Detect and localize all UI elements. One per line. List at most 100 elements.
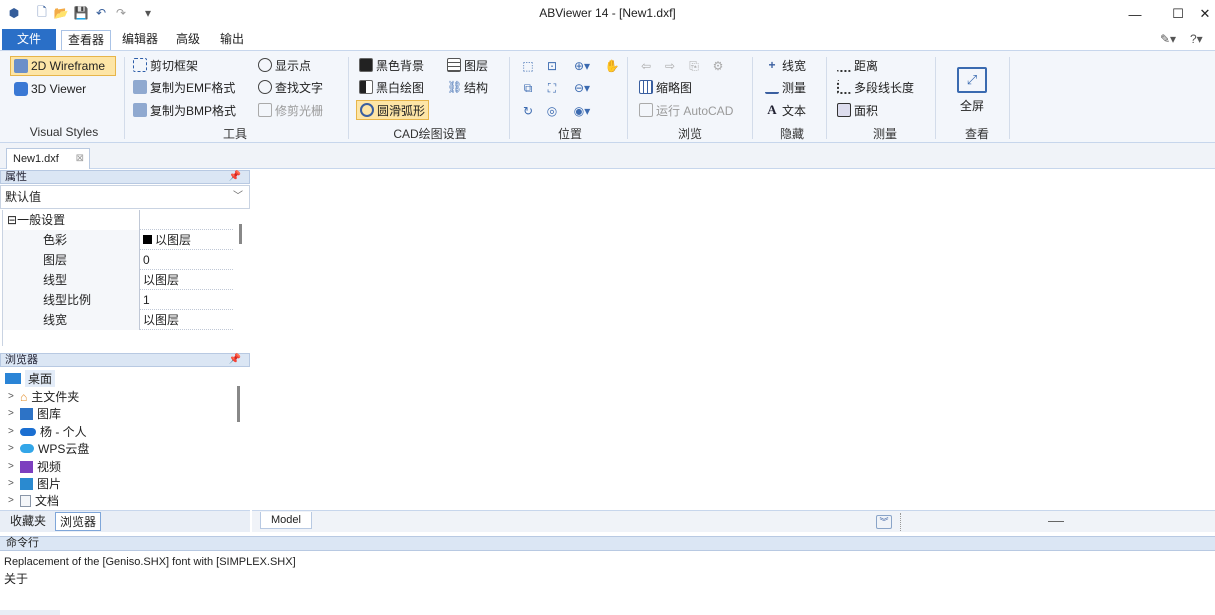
style-picker-icon[interactable]: ✎▾ — [1160, 32, 1176, 46]
tree-item[interactable]: > WPS云盘 — [8, 440, 89, 457]
tab-advanced[interactable]: 高级 — [170, 30, 206, 50]
property-row[interactable]: 线型比例 1 — [3, 290, 233, 310]
find-text-icon — [258, 80, 272, 94]
group-separator — [826, 57, 827, 139]
property-row[interactable]: 色彩 以图层 — [3, 230, 233, 250]
drawing-canvas[interactable] — [252, 169, 1215, 511]
run-autocad-button[interactable]: 运行 AutoCAD — [639, 100, 733, 120]
properties-scrollbar[interactable] — [239, 224, 242, 244]
maximize-button[interactable]: ☐ — [1158, 4, 1198, 24]
tree-item[interactable]: > 图片 — [8, 475, 61, 492]
view-options-icon[interactable]: ◉▾ — [569, 102, 595, 120]
area-button[interactable]: 面积 — [837, 100, 878, 120]
tree-item[interactable]: > ⌂ 主文件夹 — [8, 388, 79, 405]
property-value[interactable]: 1 — [140, 290, 233, 310]
fit-view-icon[interactable]: ⛶ — [543, 79, 561, 97]
style-3d-viewer-button[interactable]: 3D Viewer — [14, 79, 86, 99]
horizontal-scrollbar-thumb[interactable] — [1048, 521, 1064, 522]
property-value[interactable]: 以图层 — [140, 230, 233, 250]
property-group-row[interactable]: ⊟一般设置 — [3, 210, 233, 230]
properties-selector[interactable]: 默认值 ﹀ — [0, 185, 250, 209]
property-row[interactable]: 图层 0 — [3, 250, 233, 270]
close-button[interactable]: ✕ — [1195, 4, 1215, 24]
chevron-down-icon: ﹀ — [233, 191, 243, 202]
clip-frame-button[interactable]: 剪切框架 — [133, 55, 198, 75]
text-icon: A — [767, 102, 777, 117]
black-background-button[interactable]: 黑色背景 — [359, 55, 424, 75]
tab-browser[interactable]: 浏览器 — [55, 512, 102, 531]
property-key: 图层 — [3, 250, 140, 270]
pan-hand-icon[interactable]: ✋ — [603, 57, 621, 75]
smooth-arcs-button[interactable]: 圆滑弧形 — [356, 100, 430, 120]
document-tab[interactable]: New1.dxf ⊠ — [6, 148, 90, 169]
tree-item[interactable]: > 文档 — [8, 492, 59, 509]
style-2d-wireframe-button[interactable]: 2D Wireframe — [10, 56, 116, 76]
fullscreen-icon[interactable]: ⤢ — [957, 67, 987, 93]
find-text-button[interactable]: 查找文字 — [258, 77, 323, 97]
clip-frame-icon — [133, 58, 147, 72]
tab-model[interactable]: Model — [260, 512, 312, 529]
orbit-icon[interactable]: ◎ — [543, 102, 561, 120]
trim-raster-label: 修剪光栅 — [275, 103, 324, 118]
show-points-button[interactable]: 显示点 — [258, 55, 311, 75]
tab-output[interactable]: 输出 — [214, 30, 250, 50]
rotate-3d-icon[interactable]: ↻ — [519, 102, 537, 120]
tree-item[interactable]: > 视频 — [8, 458, 61, 475]
tree-item[interactable]: > 杨 - 个人 — [8, 423, 87, 440]
show-points-label: 显示点 — [275, 58, 312, 73]
wps-cloud-icon — [20, 444, 34, 453]
text-button[interactable]: A 文本 — [765, 100, 806, 120]
run-autocad-label: 运行 AutoCAD — [656, 103, 734, 118]
polyline-length-button[interactable]: 多段线长度 — [837, 77, 914, 97]
pin-icon[interactable]: 📌 — [229, 171, 241, 183]
tree-item-label: 图库 — [37, 407, 62, 421]
menu-bar: 文件 查看器 编辑器 高级 输出 ✎▾ ?▾ — [0, 28, 1215, 51]
property-value[interactable]: 0 — [140, 250, 233, 270]
lineweight-button[interactable]: + 线宽 — [765, 55, 806, 75]
copy-emf-button[interactable]: 复制为EMF格式 — [133, 77, 235, 97]
tab-viewer[interactable]: 查看器 — [61, 30, 112, 51]
export-icon[interactable]: ⎘ — [685, 57, 703, 75]
structure-button[interactable]: ⛓ 结构 — [447, 77, 488, 97]
property-row[interactable]: 线型 以图层 — [3, 270, 233, 290]
pin-icon[interactable]: 📌 — [229, 354, 241, 366]
tree-item-desktop[interactable]: 桌面 — [5, 370, 56, 387]
forward-arrow-icon[interactable]: ⇨ — [661, 57, 679, 75]
close-tab-icon[interactable]: ⊠ — [76, 149, 84, 169]
minimize-button[interactable]: — — [1115, 4, 1155, 24]
copy-view-icon[interactable]: ⧉ — [519, 79, 537, 97]
property-row[interactable]: 线宽 以图层 — [3, 310, 233, 330]
thumbnails-button[interactable]: 缩略图 — [639, 77, 692, 97]
property-value[interactable]: 以图层 — [140, 270, 233, 290]
tab-editor[interactable]: 编辑器 — [116, 30, 164, 50]
property-value[interactable]: 以图层 — [140, 310, 233, 330]
zoom-window-icon[interactable]: ⬚ — [519, 57, 537, 75]
properties-panel-header: 属性 📌 — [0, 170, 250, 184]
bw-drawing-button[interactable]: 黑白绘图 — [359, 77, 424, 97]
layers-button[interactable]: 图层 — [447, 55, 488, 75]
distance-button[interactable]: 距离 — [837, 55, 878, 75]
settings-page-icon[interactable]: ⚙ — [709, 57, 727, 75]
hide-measure-button[interactable]: 测量 — [765, 77, 806, 97]
back-arrow-icon[interactable]: ⇦ — [637, 57, 655, 75]
fullscreen-label[interactable]: 全屏 — [950, 97, 994, 114]
command-input[interactable] — [0, 610, 60, 615]
copy-bmp-button[interactable]: 复制为BMP格式 — [133, 100, 236, 120]
tab-favorites[interactable]: 收藏夹 — [6, 512, 50, 531]
help-icon[interactable]: ?▾ — [1190, 32, 1203, 46]
browser-scrollbar[interactable] — [237, 386, 240, 422]
zoom-extents-icon[interactable]: ⊡ — [543, 57, 561, 75]
zoom-in-icon[interactable]: ⊕▾ — [569, 57, 595, 75]
properties-selector-value: 默认值 — [5, 190, 42, 204]
tree-item[interactable]: > 图库 — [8, 405, 61, 422]
splitter[interactable] — [900, 513, 901, 531]
bw-drawing-icon — [359, 80, 373, 94]
window-title: ABViewer 14 - [New1.dxf] — [539, 6, 676, 20]
copy-bmp-icon — [133, 103, 147, 117]
wireframe-icon — [14, 59, 28, 73]
zoom-out-icon[interactable]: ⊖▾ — [569, 79, 595, 97]
trim-raster-button[interactable]: 修剪光栅 — [258, 100, 323, 120]
file-menu[interactable]: 文件 — [2, 29, 56, 50]
scroll-down-icon[interactable]: ︾ — [876, 515, 892, 529]
lineweight-icon: + — [768, 58, 776, 72]
